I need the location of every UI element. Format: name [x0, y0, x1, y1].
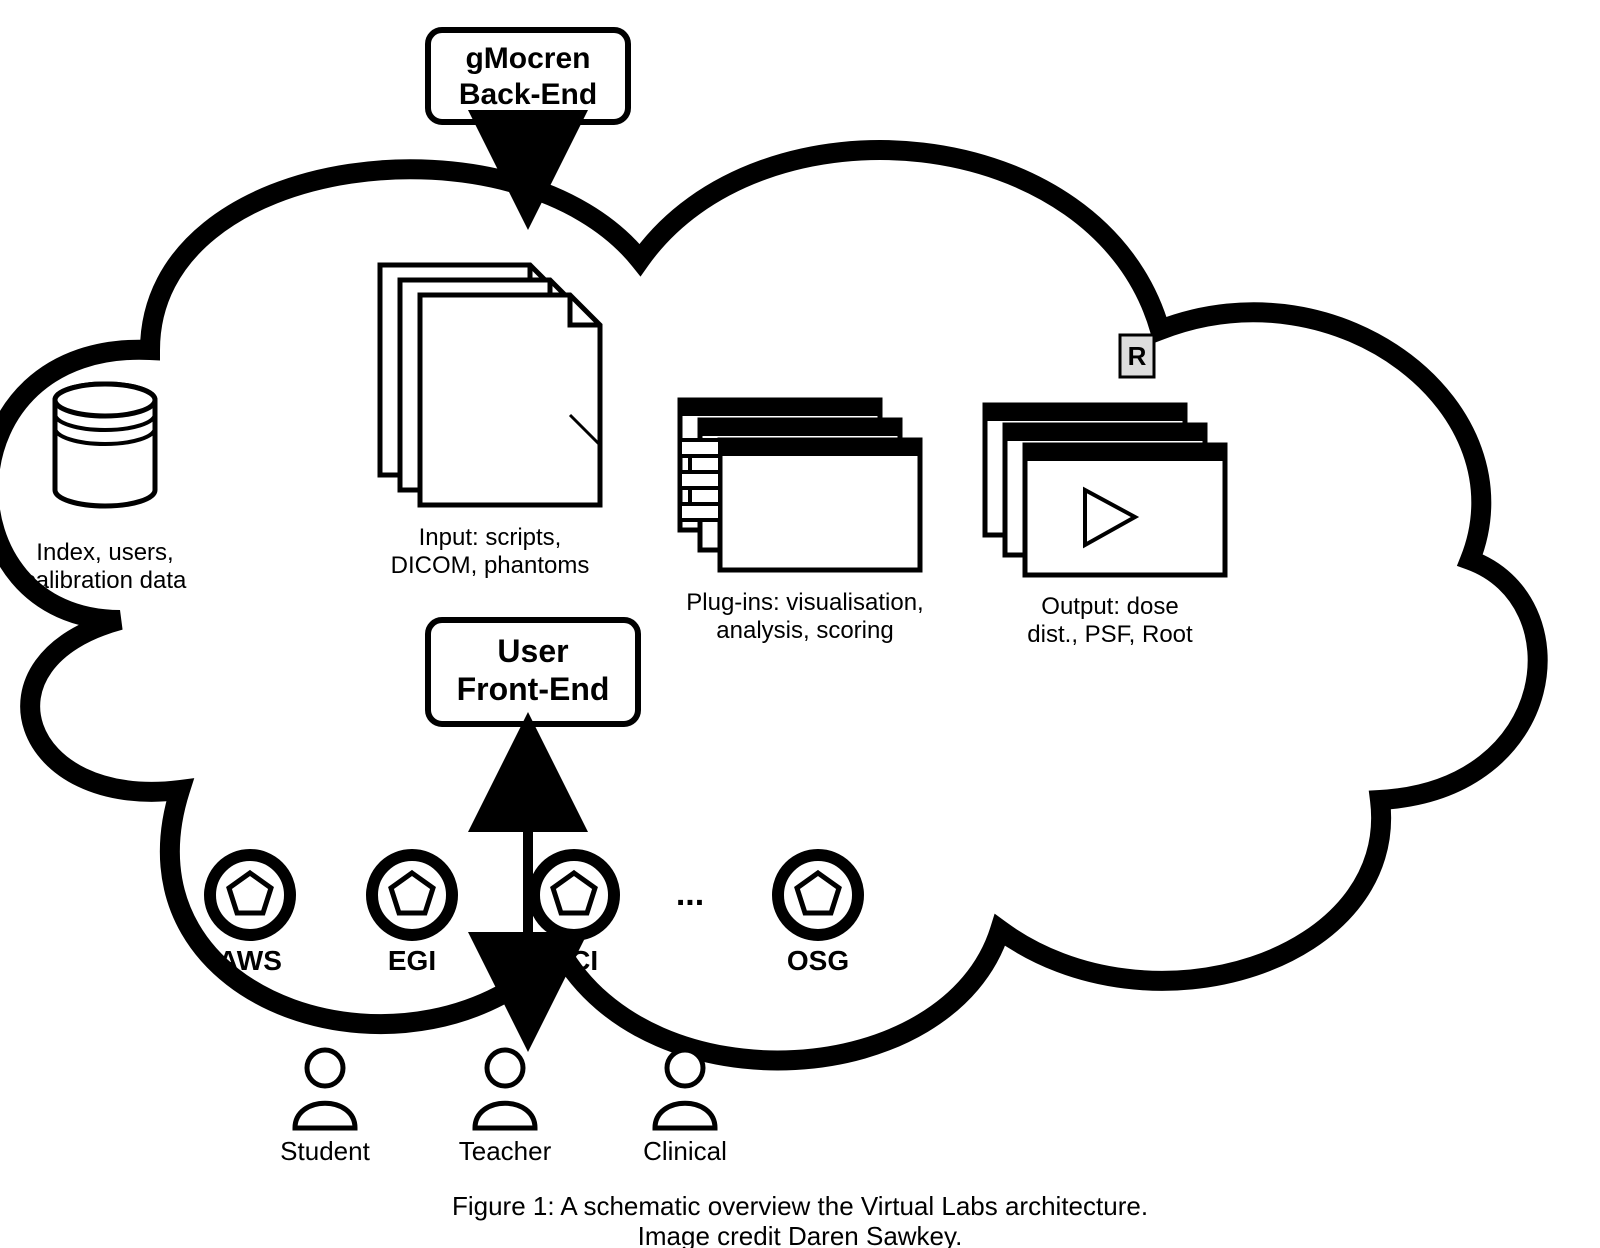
service-nci: NCI: [550, 945, 598, 976]
backend-box: gMocren Back-End: [428, 30, 628, 122]
roles-row: Student Teacher Clinical: [280, 1050, 727, 1166]
frontend-box: User Front-End: [428, 620, 638, 724]
output-windows-icon: [985, 405, 1225, 575]
backend-line2: Back-End: [459, 78, 597, 111]
datastore-caption-l1: Index, users,: [36, 539, 173, 566]
datastore-caption-l2: calibration data: [24, 567, 187, 594]
frontend-l2: Front-End: [457, 671, 610, 707]
role-teacher: Teacher: [459, 1136, 552, 1166]
output-caption-l1: Output: dose: [1041, 593, 1178, 620]
caption-line1: Figure 1: A schematic overview the Virtu…: [452, 1191, 1148, 1221]
output-caption-l2: dist., PSF, Root: [1027, 621, 1193, 648]
service-node-icon: [778, 855, 858, 935]
frontend-l1: User: [497, 633, 568, 669]
documents-icon: [380, 265, 600, 505]
output-badge: R: [1120, 335, 1154, 377]
database-icon: [55, 384, 155, 506]
caption-line2: Image credit Daren Sawkey.: [638, 1221, 963, 1248]
svg-text:R: R: [1128, 341, 1147, 371]
backend-line1: gMocren: [465, 42, 590, 75]
user-icon: [475, 1050, 535, 1128]
user-icon: [295, 1050, 355, 1128]
input-caption-l2: DICOM, phantoms: [391, 552, 590, 579]
services-ellipsis: ...: [676, 875, 704, 913]
role-clinical: Clinical: [643, 1136, 727, 1166]
service-node-icon: [372, 855, 452, 935]
plugins-caption-l1: Plug-ins: visualisation,: [686, 589, 923, 616]
service-node-icon: [210, 855, 290, 935]
plugins-caption-l2: analysis, scoring: [716, 617, 893, 644]
service-aws: AWS: [218, 945, 282, 976]
service-node-icon: [534, 855, 614, 935]
service-egi: EGI: [388, 945, 436, 976]
input-caption-l1: Input: scripts,: [419, 524, 562, 551]
role-student: Student: [280, 1136, 370, 1166]
plugins-icon: [680, 400, 920, 570]
service-osg: OSG: [787, 945, 849, 976]
